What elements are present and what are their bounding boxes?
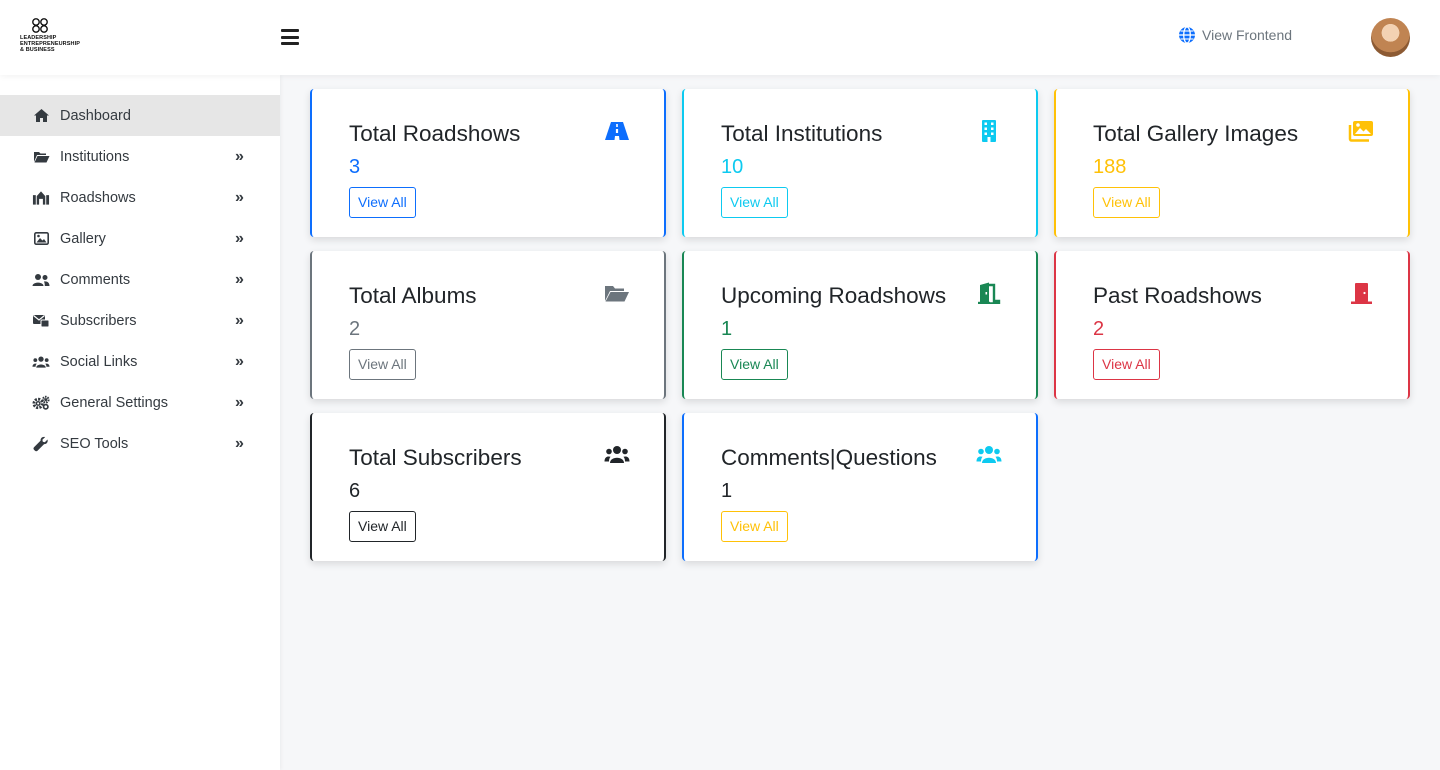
sidebar-item-label: Comments xyxy=(60,271,131,288)
card-title: Past Roadshows xyxy=(1093,283,1262,308)
chevron-double-right-icon: » xyxy=(235,393,244,411)
view-all-past-button[interactable]: View All xyxy=(1093,349,1160,380)
globe-icon xyxy=(1179,26,1195,44)
building-icon xyxy=(982,120,996,142)
chevron-double-right-icon: » xyxy=(235,270,244,288)
chevron-double-right-icon: » xyxy=(235,434,244,452)
card-title: Total Institutions xyxy=(721,121,883,146)
card-title: Total Gallery Images xyxy=(1093,121,1299,146)
chevron-double-right-icon: » xyxy=(235,229,244,247)
sidebar-item-label: Dashboard xyxy=(60,107,131,124)
sidebar-item-dashboard[interactable]: Dashboard xyxy=(0,95,280,136)
sidebar: Dashboard Institutions » Roadshows » Gal… xyxy=(0,75,280,770)
sidebar-item-label: Institutions xyxy=(60,148,130,165)
card-title: Total Subscribers xyxy=(349,445,522,470)
road-icon xyxy=(605,122,629,140)
sidebar-item-label: Gallery xyxy=(60,230,106,247)
folder-open-icon xyxy=(32,149,50,165)
chevron-double-right-icon: » xyxy=(235,352,244,370)
card-title: Comments|Questions xyxy=(721,445,937,470)
stat-card-total-subscribers: Total Subscribers 6 View All xyxy=(310,413,666,561)
sidebar-item-label: SEO Tools xyxy=(60,435,129,452)
sidebar-item-label: General Settings xyxy=(60,394,169,411)
chevron-double-right-icon: » xyxy=(235,311,244,329)
gears-icon xyxy=(32,395,50,411)
roadshows-icon xyxy=(32,190,50,206)
card-title: Total Roadshows xyxy=(349,121,521,146)
stat-card-upcoming-roadshows: Upcoming Roadshows 1 View All xyxy=(682,251,1038,399)
stat-card-total-roadshows: Total Roadshows 3 View All xyxy=(310,89,666,237)
users-icon xyxy=(604,446,630,463)
sidebar-item-roadshows[interactable]: Roadshows » xyxy=(0,177,280,218)
sidebar-item-label: Social Links xyxy=(60,353,138,370)
logo-knot-icon xyxy=(32,18,48,33)
user-avatar[interactable] xyxy=(1371,18,1410,57)
home-icon xyxy=(32,108,50,124)
door-open-icon xyxy=(978,282,1001,304)
users-icon xyxy=(32,272,50,288)
view-all-subscribers-button[interactable]: View All xyxy=(349,511,416,542)
stat-card-past-roadshows: Past Roadshows 2 View All xyxy=(1054,251,1410,399)
group-icon xyxy=(32,354,50,370)
sidebar-item-institutions[interactable]: Institutions » xyxy=(0,136,280,177)
users-icon xyxy=(976,446,1002,463)
view-all-gallery-button[interactable]: View All xyxy=(1093,187,1160,218)
stat-card-comments-questions: Comments|Questions 1 View All xyxy=(682,413,1038,561)
view-frontend-link[interactable]: View Frontend xyxy=(1178,26,1292,44)
card-title: Upcoming Roadshows xyxy=(721,283,947,308)
top-header: LEADERSHIP ENTREPRENEURSHIP & BUSINESS V… xyxy=(0,0,1440,75)
view-all-upcoming-button[interactable]: View All xyxy=(721,349,788,380)
image-icon xyxy=(32,231,50,247)
logo-text: LEADERSHIP ENTREPRENEURSHIP & BUSINESS xyxy=(20,35,80,53)
sidebar-item-comments[interactable]: Comments » xyxy=(0,259,280,300)
wrench-icon xyxy=(32,436,50,452)
view-all-comments-button[interactable]: View All xyxy=(721,511,788,542)
chevron-double-right-icon: » xyxy=(235,147,244,165)
sidebar-item-seo-tools[interactable]: SEO Tools » xyxy=(0,423,280,464)
sidebar-item-label: Subscribers xyxy=(60,312,137,329)
sidebar-item-social-links[interactable]: Social Links » xyxy=(0,341,280,382)
view-all-roadshows-button[interactable]: View All xyxy=(349,187,416,218)
card-value: 2 xyxy=(349,318,361,340)
subscribers-icon xyxy=(32,313,50,329)
card-value: 1 xyxy=(721,318,733,340)
logo-line-3: & BUSINESS xyxy=(20,47,55,53)
sidebar-item-subscribers[interactable]: Subscribers » xyxy=(0,300,280,341)
view-all-albums-button[interactable]: View All xyxy=(349,349,416,380)
card-value: 2 xyxy=(1093,318,1105,340)
stat-card-total-albums: Total Albums 2 View All xyxy=(310,251,666,399)
images-icon xyxy=(1348,121,1373,142)
card-value: 1 xyxy=(721,480,733,502)
card-value: 188 xyxy=(1093,156,1127,178)
card-value: 6 xyxy=(349,480,361,502)
sidebar-item-general-settings[interactable]: General Settings » xyxy=(0,382,280,423)
brand-logo[interactable]: LEADERSHIP ENTREPRENEURSHIP & BUSINESS xyxy=(20,16,90,58)
menu-toggle-button[interactable] xyxy=(281,29,299,45)
sidebar-item-gallery[interactable]: Gallery » xyxy=(0,218,280,259)
view-frontend-label: View Frontend xyxy=(1202,27,1293,43)
card-value: 3 xyxy=(349,156,361,178)
card-value: 10 xyxy=(721,156,744,178)
hamburger-icon xyxy=(281,29,299,32)
stat-card-total-gallery-images: Total Gallery Images 188 View All xyxy=(1054,89,1410,237)
stat-card-total-institutions: Total Institutions 10 View All xyxy=(682,89,1038,237)
sidebar-item-label: Roadshows xyxy=(60,189,136,206)
view-all-institutions-button[interactable]: View All xyxy=(721,187,788,218)
door-closed-icon xyxy=(1351,283,1372,304)
folder-open-icon xyxy=(605,286,629,302)
chevron-double-right-icon: » xyxy=(235,188,244,206)
card-title: Total Albums xyxy=(349,283,477,308)
